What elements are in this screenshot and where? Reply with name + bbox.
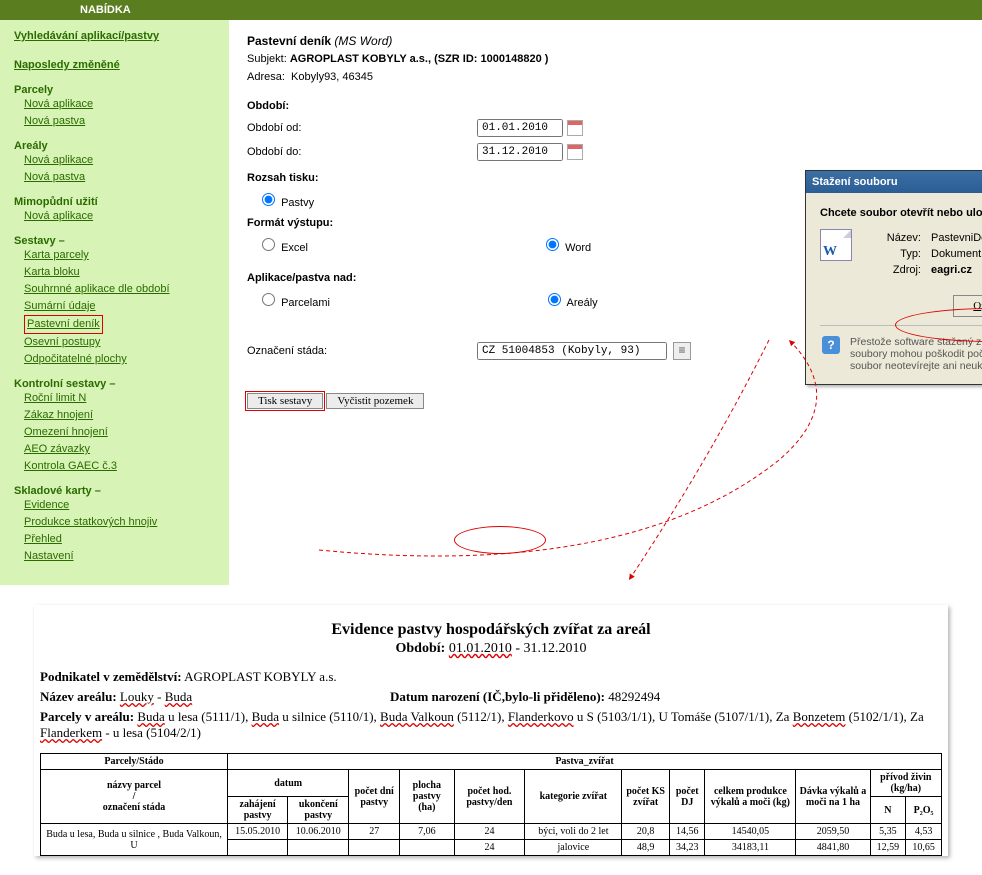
- nav-sestavy-4[interactable]: Pastevní deník: [27, 316, 100, 333]
- address-label: Adresa:: [247, 71, 285, 83]
- nav-kontrol-1[interactable]: Zákaz hnojení: [24, 407, 219, 424]
- nav-group-parcely[interactable]: Parcely: [14, 84, 219, 96]
- nav-sestavy-6[interactable]: Odpočitatelné plochy: [24, 351, 219, 368]
- nav-recent[interactable]: Naposledy změněné: [14, 57, 219, 74]
- file-name: PastevniDenikAreal.doc: [927, 231, 982, 245]
- top-nav-bar: NABÍDKA: [0, 0, 982, 20]
- warning-text: Přestože software stažený z Internetu mů…: [850, 336, 982, 372]
- doc-table: Parcely/Stádo Pastva_zvířat názvy parcel…: [40, 753, 942, 856]
- doc-title: Evidence pastvy hospodářských zvířat za …: [40, 621, 942, 639]
- nav-title: NABÍDKA: [80, 4, 131, 16]
- address-value: Kobyly93, 46345: [291, 71, 373, 83]
- nav-arealy-0[interactable]: Nová aplikace: [24, 152, 219, 169]
- table-row: Buda u lesa, Buda u silnice , Buda Valko…: [41, 824, 942, 840]
- print-report-button[interactable]: Tisk sestavy: [247, 393, 323, 409]
- nav-sklad-3[interactable]: Nastavení: [24, 548, 219, 565]
- clear-plot-button[interactable]: Vyčistit pozemek: [326, 393, 424, 409]
- range-pastvy-radio[interactable]: Pastvy: [257, 197, 314, 209]
- nav-kontrol-3[interactable]: AEO závazky: [24, 441, 219, 458]
- annotation-ellipse: [454, 526, 546, 554]
- shield-icon: ?: [822, 336, 840, 354]
- nav-parcely-1[interactable]: Nová pastva: [24, 113, 219, 130]
- page-title: Pastevní deník (MS Word): [247, 34, 964, 48]
- period-to-input[interactable]: [477, 143, 563, 161]
- subject-label: Subjekt:: [247, 53, 287, 65]
- format-word-radio[interactable]: Word: [541, 242, 591, 254]
- nav-group-sklad[interactable]: Skladové karty –: [14, 485, 219, 497]
- nav-sestavy-2[interactable]: Souhrnné aplikace dle období: [24, 281, 219, 298]
- open-button[interactable]: Otevřít: [953, 295, 982, 317]
- period-header: Období:: [247, 100, 964, 112]
- file-source: eagri.cz: [931, 264, 972, 276]
- nav-group-arealy[interactable]: Areály: [14, 140, 219, 152]
- name-label: Název:: [862, 231, 925, 245]
- source-label: Zdroj:: [862, 263, 925, 277]
- dialog-question: Chcete soubor otevřít nebo uložit?: [820, 207, 982, 219]
- document-preview: Evidence pastvy hospodářských zvířat za …: [34, 605, 948, 856]
- nav-sestavy-1[interactable]: Karta bloku: [24, 264, 219, 281]
- nav-arealy-1[interactable]: Nová pastva: [24, 169, 219, 186]
- download-dialog: Stažení souboru ✕ Chcete soubor otevřít …: [805, 170, 982, 385]
- over-areal-radio[interactable]: Areály: [543, 297, 598, 309]
- subject-value: AGROPLAST KOBYLY a.s., (SZR ID: 10001488…: [290, 53, 549, 65]
- nav-group-sestavy[interactable]: Sestavy –: [14, 235, 219, 247]
- content-pane: Pastevní deník (MS Word) Subjekt: AGROPL…: [229, 20, 982, 585]
- nav-mimo-0[interactable]: Nová aplikace: [24, 208, 219, 225]
- file-type: Dokument aplikace Microsoft Office Word …: [927, 247, 982, 261]
- calendar-icon[interactable]: [567, 120, 583, 136]
- list-select-icon[interactable]: [673, 342, 691, 360]
- word-doc-icon: [820, 229, 852, 261]
- type-label: Typ:: [862, 247, 925, 261]
- stado-label: Označení stáda:: [247, 345, 477, 357]
- nav-kontrol-2[interactable]: Omezení hnojení: [24, 424, 219, 441]
- nav-kontrol-4[interactable]: Kontrola GAEC č.3: [24, 458, 219, 475]
- nav-sklad-2[interactable]: Přehled: [24, 531, 219, 548]
- doc-period: Období: 01.01.2010 - 31.12.2010: [40, 641, 942, 657]
- nav-sklad-1[interactable]: Produkce statkových hnojiv: [24, 514, 219, 531]
- nav-sestavy-5[interactable]: Osevní postupy: [24, 334, 219, 351]
- period-from-label: Období od:: [247, 122, 477, 134]
- over-parcel-radio[interactable]: Parcelami: [257, 297, 330, 309]
- stado-input[interactable]: [477, 342, 667, 360]
- calendar-icon[interactable]: [567, 144, 583, 160]
- nav-kontrol-0[interactable]: Roční limit N: [24, 390, 219, 407]
- nav-group-mimo[interactable]: Mimopůdní užití: [14, 196, 219, 208]
- nav-parcely-0[interactable]: Nová aplikace: [24, 96, 219, 113]
- nav-sklad-0[interactable]: Evidence: [24, 497, 219, 514]
- nav-sestavy-0[interactable]: Karta parcely: [24, 247, 219, 264]
- sidebar: Vyhledávání aplikací/pastvy Naposledy zm…: [0, 20, 229, 585]
- nav-group-kontrol[interactable]: Kontrolní sestavy –: [14, 378, 219, 390]
- nav-search[interactable]: Vyhledávání aplikací/pastvy: [14, 28, 219, 45]
- dialog-title: Stažení souboru: [812, 176, 898, 188]
- period-to-label: Období do:: [247, 146, 477, 158]
- format-excel-radio[interactable]: Excel: [257, 242, 308, 254]
- period-from-input[interactable]: [477, 119, 563, 137]
- nav-sestavy-3[interactable]: Sumární údaje: [24, 298, 219, 315]
